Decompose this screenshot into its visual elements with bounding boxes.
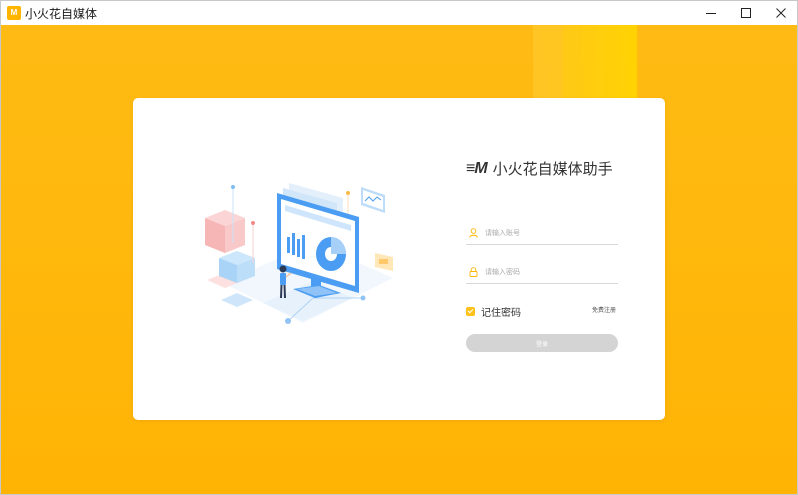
brand-header: ≡M 小火花自媒体助手 <box>466 158 613 179</box>
maximize-button[interactable] <box>728 1 764 25</box>
chart-bar <box>302 235 305 259</box>
title-bar[interactable]: M 小火花自媒体 <box>1 1 797 25</box>
chart-bar <box>287 237 290 253</box>
pin-head <box>231 185 235 189</box>
username-field[interactable] <box>466 222 618 245</box>
minimize-button[interactable] <box>693 1 729 25</box>
person-leg <box>283 284 286 299</box>
background-light-strip <box>533 25 563 100</box>
register-link[interactable]: 免费注册 <box>592 305 616 314</box>
chart-bar <box>292 233 295 255</box>
maximize-icon <box>741 8 751 18</box>
pin-head <box>346 191 350 195</box>
remember-checkbox[interactable] <box>466 307 475 316</box>
brand-name: 小火花自媒体助手 <box>492 160 613 178</box>
lock-icon <box>467 266 479 278</box>
login-button[interactable]: 登录 <box>466 334 618 352</box>
person-head <box>279 265 287 273</box>
app-logo-icon: M <box>7 6 21 20</box>
person-body <box>280 273 286 285</box>
password-field[interactable] <box>466 261 618 284</box>
app-window: M 小火花自媒体 ≡M 小火花自媒体助手 请输入账号 记住密码 免费注册 登录 <box>0 0 798 495</box>
password-input[interactable] <box>485 268 605 276</box>
close-icon <box>776 8 786 18</box>
note-icon <box>379 259 388 264</box>
close-button[interactable] <box>763 1 797 25</box>
username-input[interactable] <box>485 229 605 237</box>
main-background: ≡M 小火花自媒体助手 请输入账号 记住密码 免费注册 登录 <box>1 25 797 494</box>
pin-head <box>251 221 255 225</box>
dashboard-illustration <box>205 183 393 324</box>
user-icon <box>467 227 479 239</box>
remember-password[interactable]: 记住密码 <box>466 304 521 319</box>
chart-bar <box>297 239 300 257</box>
brand-logo-icon: ≡M <box>466 159 488 177</box>
person-leg <box>280 284 283 299</box>
window-title: 小火花自媒体 <box>25 7 98 21</box>
remember-label: 记住密码 <box>481 308 521 319</box>
network-node <box>285 318 291 324</box>
login-card: ≡M 小火花自媒体助手 请输入账号 记住密码 免费注册 登录 <box>133 98 665 420</box>
network-node <box>360 295 366 301</box>
minimize-icon <box>706 13 716 14</box>
